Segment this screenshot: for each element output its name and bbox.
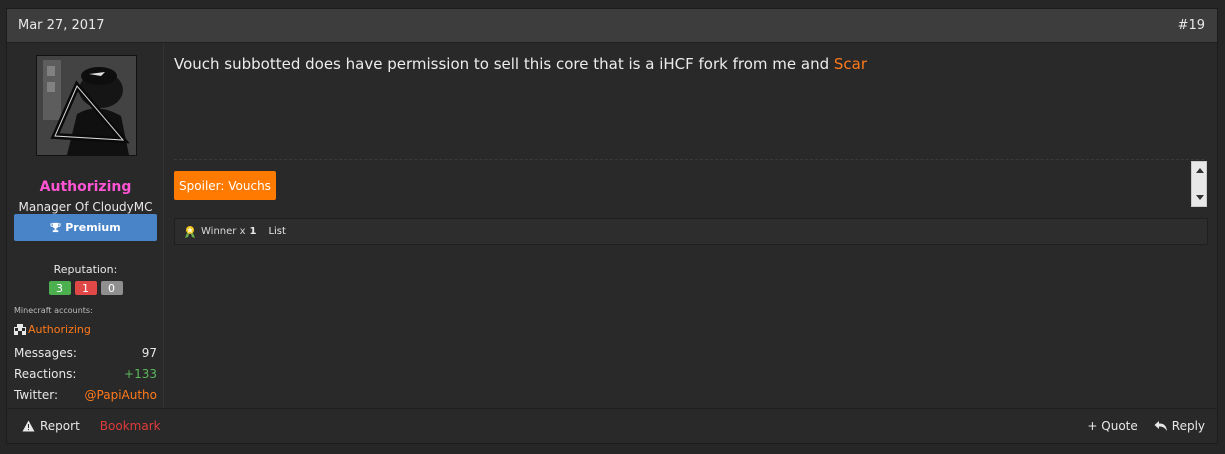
- scroll-down-icon[interactable]: [1196, 195, 1204, 200]
- username[interactable]: Authorizing: [7, 179, 164, 195]
- stat-value: +133: [124, 367, 157, 381]
- stat-reactions: Reactions: +133: [14, 367, 157, 381]
- reputation-label: Reputation:: [53, 263, 118, 276]
- stat-label: Reactions:: [14, 367, 77, 381]
- bookmark-button[interactable]: Bookmark: [100, 419, 161, 433]
- reply-button[interactable]: Reply: [1154, 419, 1205, 433]
- post-permalink[interactable]: #19: [1178, 18, 1205, 33]
- reputation-neutral[interactable]: 0: [100, 281, 123, 295]
- winner-icon: [185, 225, 195, 238]
- minecraft-accounts-label: Minecraft accounts:: [14, 306, 93, 315]
- twitter-link[interactable]: @PapiAutho: [85, 388, 157, 402]
- trophy-icon: [50, 222, 61, 233]
- scroll-up-icon[interactable]: [1196, 168, 1204, 173]
- forum-post: Mar 27, 2017 #19 Authorizing Manager Of …: [6, 8, 1218, 444]
- avatar-image: [37, 56, 136, 155]
- user-info-panel: Authorizing Manager Of CloudyMC Premium …: [7, 43, 164, 409]
- user-mention[interactable]: Scar: [834, 55, 867, 73]
- minecraft-account[interactable]: Authorizing: [14, 323, 91, 336]
- reputation-positive[interactable]: 3: [48, 281, 71, 295]
- minecraft-icon: [14, 324, 26, 335]
- reaction-list-link[interactable]: List: [268, 226, 285, 237]
- stat-messages: Messages: 97: [14, 346, 157, 360]
- signature-scrollbar[interactable]: [1191, 161, 1207, 207]
- reply-label: Reply: [1171, 419, 1205, 433]
- warning-icon: [22, 420, 35, 432]
- report-button[interactable]: Report: [22, 419, 80, 433]
- avatar[interactable]: [36, 55, 137, 156]
- reply-icon: [1154, 421, 1167, 431]
- stat-label: Twitter:: [14, 388, 59, 402]
- message-body: Vouch subbotted does have permission to …: [174, 55, 867, 73]
- quote-button[interactable]: + Quote: [1087, 419, 1137, 433]
- reaction-summary: Winner x 1 List: [174, 218, 1208, 245]
- stat-label: Messages:: [14, 346, 77, 360]
- banner-label: Premium: [65, 221, 121, 234]
- reaction-label: Winner x: [201, 226, 246, 237]
- post-header: Mar 27, 2017 #19: [7, 9, 1217, 43]
- stat-value: 97: [141, 346, 157, 360]
- signature-divider: [174, 159, 1204, 160]
- minecraft-account-name: Authorizing: [28, 323, 91, 336]
- stat-twitter: Twitter: @PapiAutho: [14, 388, 157, 402]
- post-footer: Report Bookmark + Quote Reply: [7, 408, 1217, 443]
- post-date[interactable]: Mar 27, 2017: [18, 18, 105, 33]
- message-text: Vouch subbotted does have permission to …: [174, 55, 834, 73]
- footer-right-actions: + Quote Reply: [1087, 409, 1205, 443]
- reputation-negative[interactable]: 1: [74, 281, 97, 295]
- user-title: Manager Of CloudyMC: [18, 200, 153, 214]
- reaction-count: 1: [249, 226, 257, 237]
- report-label: Report: [40, 419, 80, 433]
- footer-left-actions: Report Bookmark: [22, 409, 161, 443]
- reputation-badges: 3 1 0: [7, 281, 164, 295]
- premium-banner: Premium: [14, 214, 157, 241]
- spoiler-button[interactable]: Spoiler: Vouchs: [174, 171, 276, 200]
